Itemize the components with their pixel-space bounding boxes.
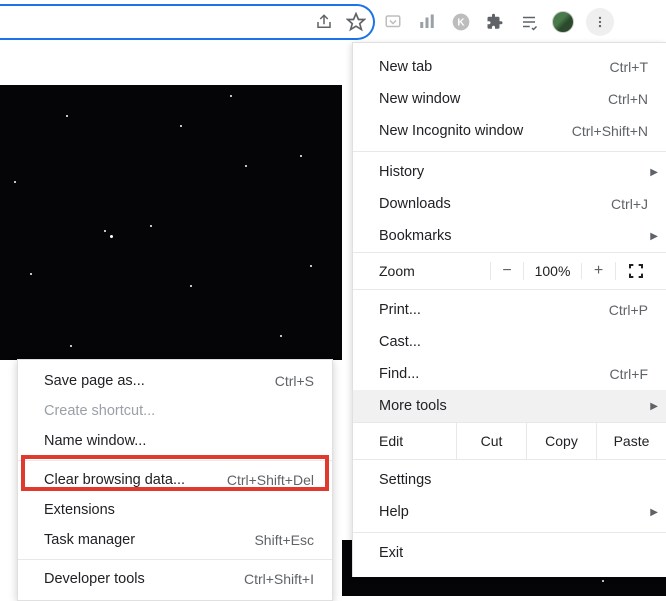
- menu-zoom-row: Zoom − 100% +: [353, 252, 666, 290]
- submenu-shortcut: Ctrl+Shift+I: [244, 571, 314, 587]
- browser-toolbar: K: [382, 6, 614, 38]
- menu-item-settings[interactable]: Settings: [353, 464, 666, 496]
- menu-item-new-window[interactable]: New window Ctrl+N: [353, 83, 666, 115]
- cut-button[interactable]: Cut: [456, 423, 526, 459]
- submenu-item-extensions[interactable]: Extensions: [18, 495, 332, 525]
- menu-label: History: [379, 164, 424, 180]
- zoom-out-button[interactable]: −: [490, 262, 524, 280]
- reading-list-icon[interactable]: [518, 11, 540, 33]
- submenu-item-clear-browsing-data[interactable]: Clear browsing data... Ctrl+Shift+Del: [18, 465, 332, 495]
- more-tools-submenu: Save page as... Ctrl+S Create shortcut..…: [17, 359, 333, 601]
- edit-label: Edit: [379, 433, 456, 449]
- menu-label: Find...: [379, 366, 419, 382]
- menu-item-new-incognito[interactable]: New Incognito window Ctrl+Shift+N: [353, 115, 666, 147]
- menu-label: Print...: [379, 302, 421, 318]
- menu-item-find[interactable]: Find... Ctrl+F: [353, 358, 666, 390]
- zoom-label: Zoom: [379, 263, 490, 279]
- paste-button[interactable]: Paste: [596, 423, 666, 459]
- menu-shortcut: Ctrl+P: [609, 302, 648, 318]
- submenu-item-developer-tools[interactable]: Developer tools Ctrl+Shift+I: [18, 564, 332, 594]
- menu-label: New tab: [379, 59, 432, 75]
- svg-text:K: K: [457, 17, 465, 28]
- menu-item-bookmarks[interactable]: Bookmarks ▶: [353, 220, 666, 252]
- submenu-label: Task manager: [44, 532, 135, 548]
- submenu-item-create-shortcut: Create shortcut...: [18, 396, 332, 426]
- zoom-in-button[interactable]: +: [582, 262, 616, 280]
- menu-item-cast[interactable]: Cast...: [353, 326, 666, 358]
- fullscreen-button[interactable]: [616, 263, 656, 279]
- menu-label: Cast...: [379, 334, 421, 350]
- submenu-label: Developer tools: [44, 571, 145, 587]
- omnibox[interactable]: [0, 4, 375, 40]
- extension-k-icon[interactable]: K: [450, 11, 472, 33]
- menu-label: Settings: [379, 472, 431, 488]
- menu-item-exit[interactable]: Exit: [353, 537, 666, 569]
- menu-item-help[interactable]: Help ▶: [353, 496, 666, 528]
- menu-button[interactable]: [586, 8, 614, 36]
- submenu-item-name-window[interactable]: Name window...: [18, 426, 332, 456]
- bookmark-star-icon[interactable]: [345, 11, 367, 33]
- menu-label: Exit: [379, 545, 403, 561]
- menu-label: Help: [379, 504, 409, 520]
- menu-shortcut: Ctrl+T: [610, 59, 649, 75]
- menu-item-print[interactable]: Print... Ctrl+P: [353, 294, 666, 326]
- submenu-label: Extensions: [44, 502, 115, 518]
- menu-label: New window: [379, 91, 460, 107]
- submenu-shortcut: Ctrl+Shift+Del: [227, 472, 314, 488]
- menu-shortcut: Ctrl+F: [610, 366, 649, 382]
- extensions-puzzle-icon[interactable]: [484, 11, 506, 33]
- copy-button[interactable]: Copy: [526, 423, 596, 459]
- menu-shortcut: Ctrl+J: [611, 196, 648, 212]
- menu-item-more-tools[interactable]: More tools ▶: [353, 390, 666, 422]
- submenu-label: Clear browsing data...: [44, 472, 185, 488]
- menu-label: New Incognito window: [379, 123, 523, 139]
- menu-label: Downloads: [379, 196, 451, 212]
- menu-edit-row: Edit Cut Copy Paste: [353, 422, 666, 460]
- chevron-right-icon: ▶: [650, 401, 658, 412]
- menu-label: More tools: [379, 398, 447, 414]
- zoom-value: 100%: [524, 263, 582, 279]
- chevron-right-icon: ▶: [650, 167, 658, 178]
- submenu-shortcut: Shift+Esc: [254, 532, 314, 548]
- menu-shortcut: Ctrl+Shift+N: [572, 123, 648, 139]
- menu-item-downloads[interactable]: Downloads Ctrl+J: [353, 188, 666, 220]
- submenu-item-task-manager[interactable]: Task manager Shift+Esc: [18, 525, 332, 555]
- chevron-right-icon: ▶: [650, 231, 658, 242]
- chevron-right-icon: ▶: [650, 507, 658, 518]
- submenu-label: Name window...: [44, 433, 146, 449]
- submenu-item-save-page[interactable]: Save page as... Ctrl+S: [18, 366, 332, 396]
- menu-item-new-tab[interactable]: New tab Ctrl+T: [353, 51, 666, 83]
- page-content-image: [0, 85, 342, 360]
- menu-shortcut: Ctrl+N: [608, 91, 648, 107]
- menu-item-history[interactable]: History ▶: [353, 156, 666, 188]
- main-menu: New tab Ctrl+T New window Ctrl+N New Inc…: [352, 42, 666, 577]
- share-icon[interactable]: [313, 11, 335, 33]
- submenu-label: Create shortcut...: [44, 403, 155, 419]
- extension-pocket-icon[interactable]: [382, 11, 404, 33]
- profile-avatar[interactable]: [552, 11, 574, 33]
- submenu-label: Save page as...: [44, 373, 145, 389]
- extension-analytics-icon[interactable]: [416, 11, 438, 33]
- menu-label: Bookmarks: [379, 228, 452, 244]
- submenu-shortcut: Ctrl+S: [275, 373, 314, 389]
